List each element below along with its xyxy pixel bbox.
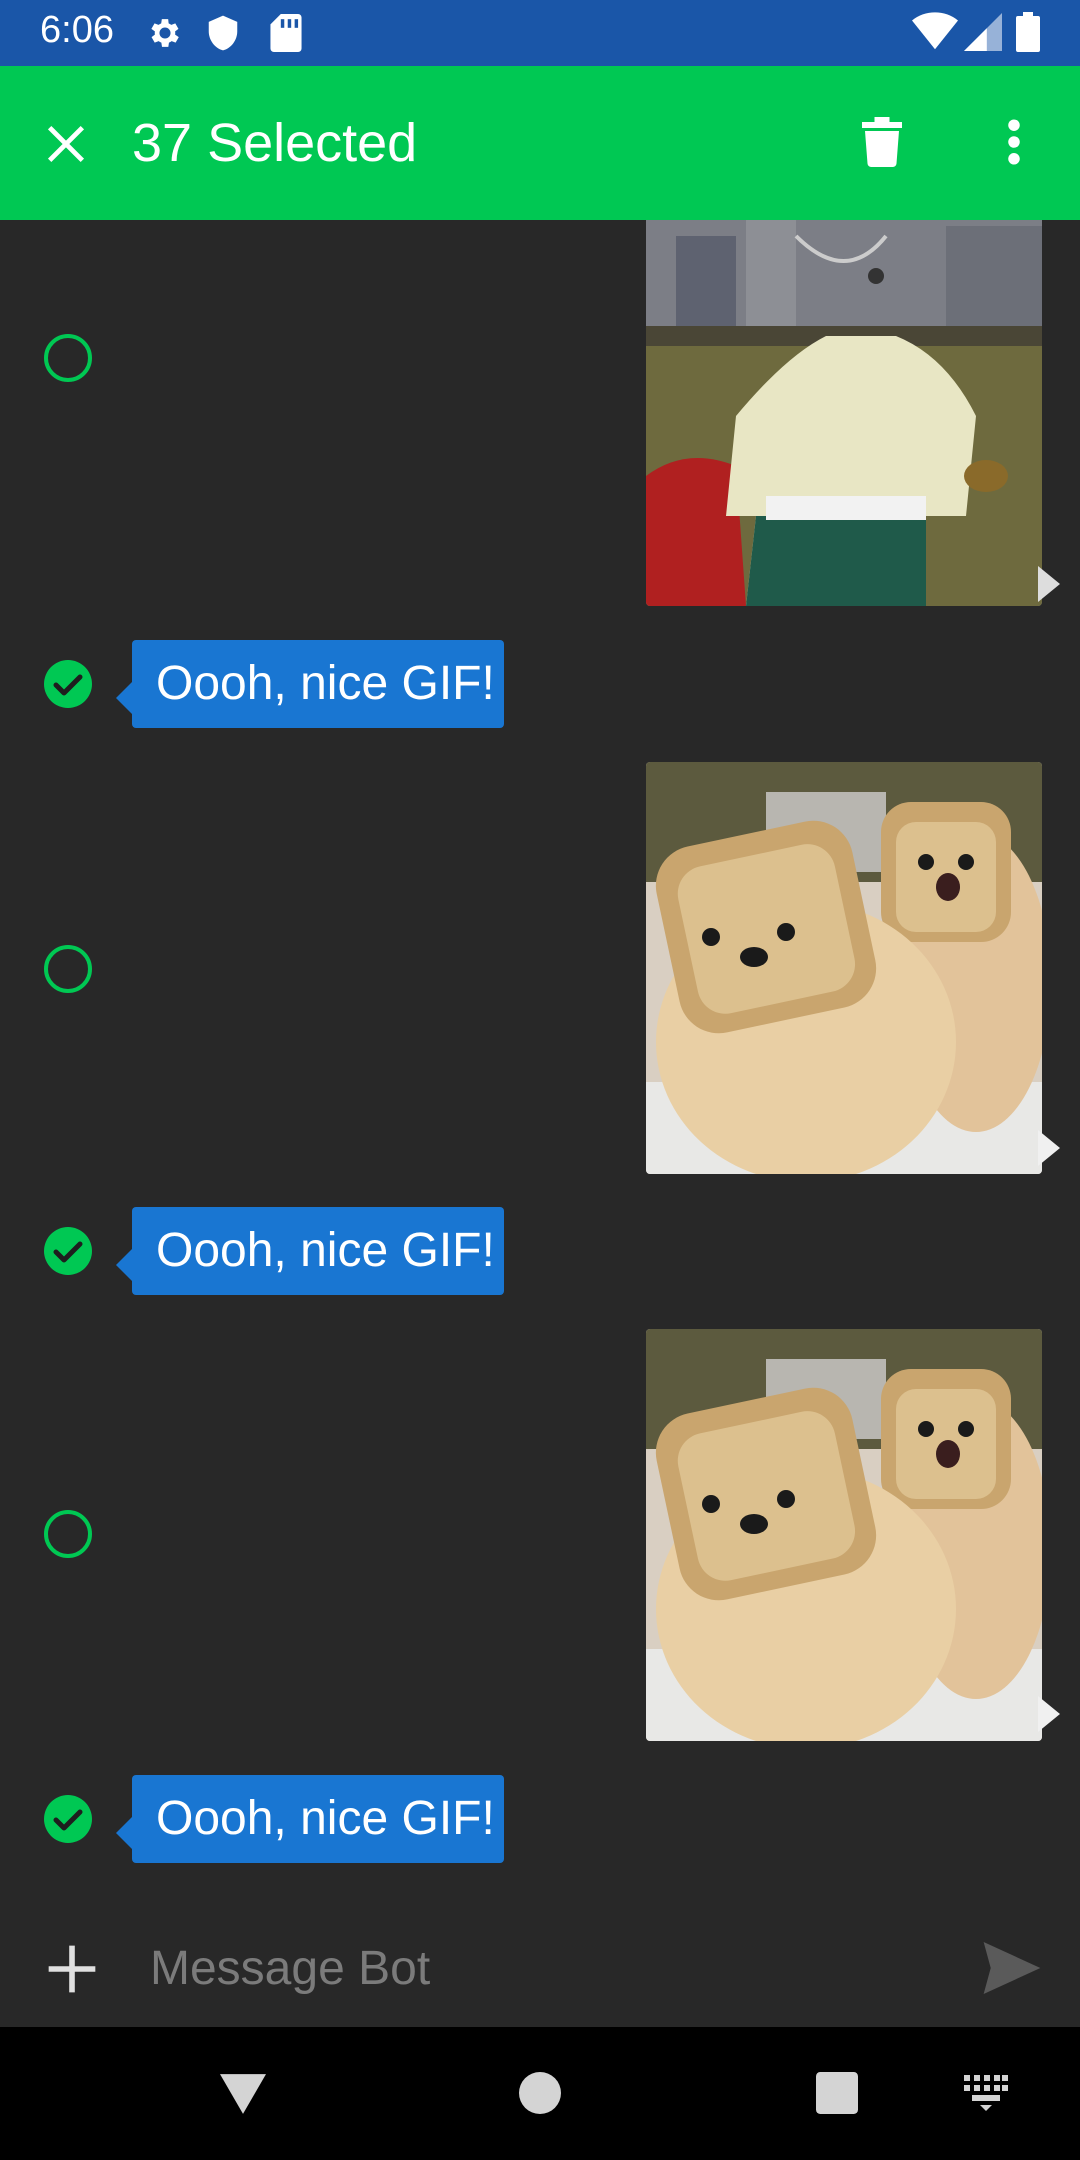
home-icon	[519, 2071, 561, 2119]
wifi-icon	[912, 12, 958, 57]
selected-check-icon[interactable]	[42, 1225, 94, 1277]
close-icon	[44, 122, 88, 171]
bubble-tail	[1038, 1130, 1060, 1166]
close-selection-button[interactable]	[30, 110, 102, 182]
status-bar: 6:06	[0, 0, 1080, 66]
message-text: Oooh, nice GIF!	[156, 1224, 495, 1277]
trash-icon	[862, 116, 902, 172]
home-button[interactable]	[500, 2055, 580, 2135]
message-composer	[0, 1905, 1080, 2027]
message-text: Oooh, nice GIF!	[156, 1792, 495, 1845]
message-text: Oooh, nice GIF!	[156, 657, 495, 710]
unselected-circle-icon[interactable]	[42, 943, 94, 995]
selected-check-icon[interactable]	[42, 658, 94, 710]
bread-dogs-gif	[646, 762, 1042, 1174]
text-message-bubble[interactable]: Oooh, nice GIF!	[116, 640, 504, 728]
more-vert-icon	[1006, 118, 1022, 171]
send-icon	[983, 1941, 1041, 1999]
keyboard-icon	[964, 2074, 1008, 2116]
plus-icon	[44, 1941, 100, 2002]
bubble-tail	[116, 680, 134, 716]
status-time: 6:06	[40, 9, 114, 51]
unselected-circle-icon[interactable]	[42, 332, 94, 384]
recents-icon	[816, 2071, 858, 2119]
send-button[interactable]	[976, 1937, 1048, 2003]
delete-button[interactable]	[846, 108, 918, 180]
bubble-tail	[116, 1815, 134, 1851]
back-icon	[220, 2071, 266, 2120]
cartoon-woman-gif	[646, 220, 1042, 606]
bread-dogs-gif	[646, 1329, 1042, 1741]
screen: 6:06 37 Selected Oooh, nice GIF! Oooh, n…	[0, 0, 1080, 2160]
back-button[interactable]	[203, 2055, 283, 2135]
settings-gear-icon	[146, 14, 184, 57]
add-attachment-button[interactable]	[36, 1935, 108, 2007]
text-message-bubble[interactable]: Oooh, nice GIF!	[116, 1207, 504, 1295]
message-list[interactable]: Oooh, nice GIF! Oooh, nice GIF! Oooh, ni…	[0, 220, 1080, 1905]
selection-app-bar: 37 Selected	[0, 66, 1080, 220]
system-nav-bar	[0, 2027, 1080, 2160]
more-options-button[interactable]	[978, 108, 1050, 180]
gif-message-dogs[interactable]	[646, 1329, 1042, 1741]
gif-message-dogs[interactable]	[646, 762, 1042, 1174]
sd-card-icon	[270, 14, 302, 57]
bubble-tail	[116, 1247, 134, 1283]
selected-check-icon[interactable]	[42, 1793, 94, 1845]
keyboard-switch-button[interactable]	[946, 2055, 1026, 2135]
battery-icon	[1016, 12, 1040, 57]
shield-icon	[206, 14, 240, 57]
bubble-tail	[1038, 566, 1060, 602]
gif-message-cartoon[interactable]	[646, 220, 1042, 606]
text-message-bubble[interactable]: Oooh, nice GIF!	[116, 1775, 504, 1863]
recents-button[interactable]	[797, 2055, 877, 2135]
bubble-tail	[1038, 1696, 1060, 1732]
cell-signal-icon	[964, 12, 1002, 57]
message-input[interactable]	[150, 1929, 950, 2007]
unselected-circle-icon[interactable]	[42, 1508, 94, 1560]
selection-count-title: 37 Selected	[132, 113, 418, 173]
